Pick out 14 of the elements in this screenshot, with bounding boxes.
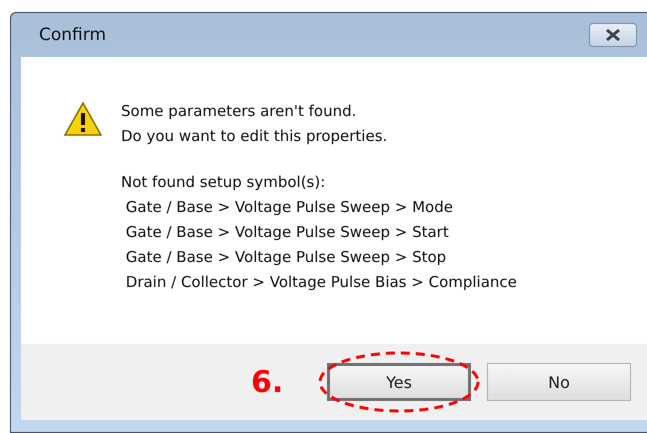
message-text: Some parameters aren't found. [121,101,358,122]
missing-symbol-path: Drain / Collector > Voltage Pulse Bias > Compliance [124,272,517,293]
missing-symbol-path: Gate / Base > Voltage Pulse Sweep > Start [124,222,450,243]
missing-symbol-path: Gate / Base > Voltage Pulse Sweep > Stop [124,247,448,268]
details-heading: Not found setup symbol(s): [121,172,326,193]
close-icon [604,28,622,42]
dialog-button[interactable]: No [487,363,631,401]
missing-symbol-path: Gate / Base > Voltage Pulse Sweep > Mode [124,197,454,218]
window-title: Confirm [39,25,106,45]
step-number: 6. [251,364,284,400]
dialog-button[interactable]: Yes [327,363,471,401]
close-button[interactable] [589,23,637,47]
message-text: Do you want to edit this properties. [121,126,388,147]
warning-icon [63,101,103,137]
